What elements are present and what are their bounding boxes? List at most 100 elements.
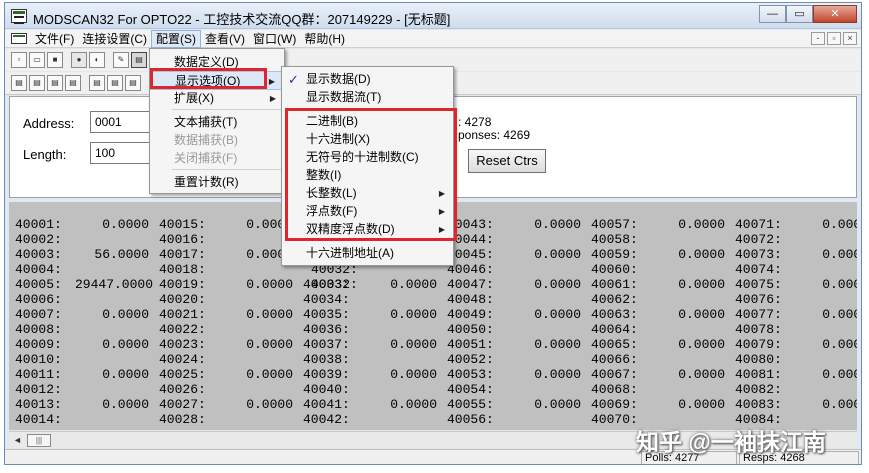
menu-setup[interactable]: 配置(S) — [151, 30, 201, 48]
register-value[interactable]: 0.0000 — [507, 367, 581, 382]
menu-window[interactable]: 窗口(W) — [249, 30, 300, 48]
register-value[interactable]: 0.0000 — [219, 307, 293, 322]
register-value[interactable]: 0.0000 — [363, 277, 437, 292]
display-option-item[interactable]: 无符号的十进制数(C) — [282, 148, 453, 167]
minimize-button[interactable]: — — [759, 5, 786, 23]
register-value[interactable]: 0.0000 — [75, 397, 149, 412]
scroll-left-arrow-icon[interactable]: ◄ — [11, 434, 24, 447]
maximize-button[interactable]: ▭ — [786, 5, 813, 23]
register-value[interactable]: 0.0000 — [75, 217, 149, 232]
register-address: 40032: — [311, 277, 358, 292]
display-icon[interactable]: ▤ — [131, 52, 147, 68]
register-value[interactable]: 0.0000 — [219, 397, 293, 412]
display-option-item[interactable]: ✓ 显示数据(D) — [282, 70, 453, 89]
format-hex-icon[interactable]: ▤ — [47, 75, 63, 91]
register-value[interactable]: 0.0000 — [795, 307, 857, 322]
document-icon[interactable] — [11, 33, 27, 44]
reset-counters-button[interactable]: Reset Ctrs — [468, 149, 546, 173]
register-value[interactable]: 0.0000 — [75, 337, 149, 352]
register-value[interactable]: 0.0000 — [75, 367, 149, 382]
title-bar[interactable]: MODSCAN32 For OPTO22 - 工控技术交流QQ群：2071492… — [5, 3, 861, 29]
register-address: 40073: — [735, 247, 782, 262]
menu-help[interactable]: 帮助(H) — [300, 30, 349, 48]
open-folder-icon[interactable]: ▭ — [29, 52, 45, 68]
display-option-item[interactable]: 长整数(L) ▶ — [282, 184, 453, 203]
register-value[interactable]: 0.0000 — [507, 337, 581, 352]
menu-connection[interactable]: 连接设置(C) — [78, 30, 151, 48]
register-value[interactable]: 0.0000 — [507, 307, 581, 322]
scroll-thumb[interactable]: ||| — [27, 434, 51, 447]
register-value[interactable]: 0.0000 — [795, 337, 857, 352]
register-value[interactable]: 0.0000 — [219, 337, 293, 352]
register-value[interactable]: 0.0000 — [651, 247, 725, 262]
format-double-icon[interactable]: ▤ — [125, 75, 141, 91]
format-integer-icon[interactable]: ▤ — [65, 75, 81, 91]
setup-menu-item[interactable]: 数据捕获(B) — [150, 131, 284, 150]
display-option-item[interactable]: 二进制(B) — [282, 112, 453, 131]
register-value[interactable]: 0.0000 — [507, 397, 581, 412]
setup-menu-item[interactable]: 数据定义(D) — [150, 53, 284, 72]
register-value[interactable]: 0.0000 — [219, 367, 293, 382]
display-option-item[interactable]: 双精度浮点数(D) ▶ — [282, 220, 453, 239]
format-binary-icon[interactable]: ▤ — [11, 75, 27, 91]
register-address: 40001: — [15, 217, 62, 232]
display-option-item[interactable]: 整数(I) — [282, 166, 453, 185]
menu-file[interactable]: 文件(F) — [31, 30, 78, 48]
address-field[interactable]: 0001 — [90, 111, 150, 133]
setup-menu-item[interactable]: 关闭捕获(F) — [150, 149, 284, 168]
child-close-button[interactable]: × — [843, 32, 857, 45]
disconnect-icon[interactable]: ● — [71, 52, 87, 68]
register-address: 40009: — [15, 337, 62, 352]
register-value[interactable]: 0.0000 — [219, 277, 293, 292]
display-option-item[interactable]: 浮点数(F) ▶ — [282, 202, 453, 221]
menu-item-label: 十六进制地址(A) — [306, 246, 394, 260]
register-value[interactable]: 0.0000 — [651, 277, 725, 292]
register-value[interactable]: 0.0000 — [651, 337, 725, 352]
register-address: 40079: — [735, 337, 782, 352]
menu-view[interactable]: 查看(V) — [201, 30, 249, 48]
child-restore-button[interactable]: ▫ — [827, 32, 841, 45]
register-value[interactable]: 0.0000 — [363, 337, 437, 352]
register-value[interactable]: 0.0000 — [795, 217, 857, 232]
register-value[interactable]: 0.0000 — [651, 217, 725, 232]
register-value[interactable]: 0.0000 — [507, 277, 581, 292]
register-value[interactable]: 0.0000 — [75, 307, 149, 322]
register-value[interactable]: 0.0000 — [507, 247, 581, 262]
setup-menu-item[interactable]: 扩展(X) ▶ — [150, 89, 284, 108]
register-value[interactable]: 0.0000 — [651, 367, 725, 382]
new-file-icon[interactable]: ▫ — [11, 52, 27, 68]
setup-menu-item[interactable]: 文本捕获(T) — [150, 113, 284, 132]
close-button[interactable]: ✕ — [813, 5, 857, 23]
format-float-icon[interactable]: ▤ — [107, 75, 123, 91]
register-address: 40007: — [15, 307, 62, 322]
register-value[interactable]: 0.0000 — [507, 217, 581, 232]
register-value[interactable]: 29447.0000 — [75, 277, 153, 292]
format-decimal-icon[interactable]: ▤ — [29, 75, 45, 91]
register-value[interactable]: 0.0000 — [363, 397, 437, 412]
register-address: 40075: — [735, 277, 782, 292]
child-minimize-button[interactable]: - — [811, 32, 825, 45]
save-icon[interactable]: ■ — [47, 52, 63, 68]
length-field[interactable]: 100 — [90, 142, 150, 164]
register-value[interactable]: 0.0000 — [795, 277, 857, 292]
register-value[interactable]: 0.0000 — [795, 397, 857, 412]
setup-menu-item[interactable]: 重置计数(R) — [150, 173, 284, 192]
format-long-icon[interactable]: ▤ — [89, 75, 105, 91]
setup-menu-item[interactable]: 显示选项(O) ▶ — [150, 71, 284, 90]
register-value[interactable]: 0.0000 — [363, 367, 437, 382]
write-icon[interactable]: ✎ — [113, 52, 129, 68]
display-option-item[interactable]: 十六进制(X) — [282, 130, 453, 149]
connect-icon[interactable]: ◐ — [89, 52, 105, 68]
display-option-item[interactable]: 十六进制地址(A) — [282, 244, 453, 263]
menu-item-label: 显示数据流(T) — [306, 90, 382, 104]
register-value[interactable]: 0.0000 — [651, 397, 725, 412]
register-address: 40054: — [447, 382, 494, 397]
register-value[interactable]: 0.0000 — [795, 247, 857, 262]
register-value[interactable]: 0.0000 — [651, 307, 725, 322]
polls-count-text: : 4278 — [458, 115, 492, 129]
register-value[interactable]: 56.0000 — [75, 247, 149, 262]
register-value[interactable]: 0.0000 — [363, 307, 437, 322]
menu-item-label: 关闭捕获(F) — [174, 151, 238, 165]
register-value[interactable]: 0.0000 — [795, 367, 857, 382]
display-option-item[interactable]: 显示数据流(T) — [282, 88, 453, 107]
